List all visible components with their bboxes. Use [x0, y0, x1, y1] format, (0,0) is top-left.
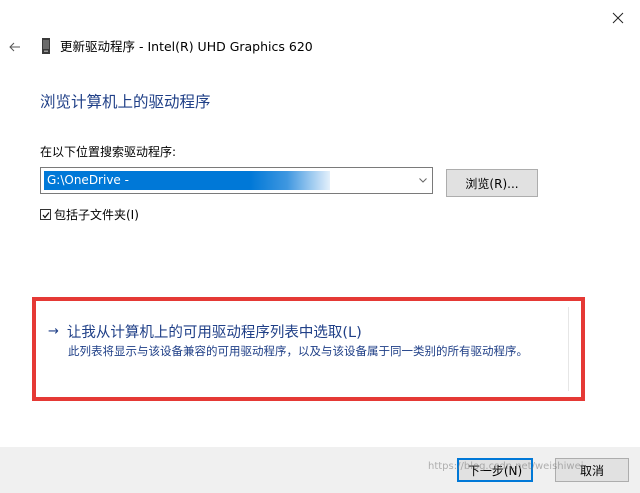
choose-from-list-option[interactable]: → 让我从计算机上的可用驱动程序列表中选取(L) 此列表将显示与该设备兼容的可用… — [32, 297, 585, 401]
include-subfolders-checkbox[interactable] — [40, 209, 51, 220]
include-subfolders-option[interactable]: 包括子文件夹(I) — [40, 206, 139, 223]
device-icon — [42, 37, 50, 54]
browse-button[interactable]: 浏览(R)... — [446, 169, 538, 197]
back-button[interactable] — [6, 38, 24, 56]
page-heading: 浏览计算机上的驱动程序 — [40, 93, 211, 111]
choose-from-list-description: 此列表将显示与该设备兼容的可用驱动程序，以及与该设备属于同一类别的所有驱动程序。 — [68, 344, 528, 358]
close-icon — [612, 12, 624, 24]
back-arrow-icon — [9, 42, 20, 52]
footer-bar: 下一步(N) 取消 — [0, 447, 640, 493]
right-arrow-icon: → — [48, 324, 59, 339]
dropdown-toggle[interactable] — [418, 175, 428, 185]
search-path-combobox[interactable]: G:\OneDrive - — [40, 167, 433, 194]
chevron-down-icon — [419, 177, 427, 183]
window-title-text: 更新驱动程序 - Intel(R) UHD Graphics 620 — [60, 39, 313, 54]
cancel-button[interactable]: 取消 — [555, 458, 629, 482]
search-location-label: 在以下位置搜索驱动程序: — [40, 145, 177, 159]
window-title: 更新驱动程序 - Intel(R) UHD Graphics 620 — [41, 36, 313, 55]
next-button[interactable]: 下一步(N) — [457, 458, 533, 482]
checkmark-icon — [42, 211, 49, 218]
search-path-value[interactable]: G:\OneDrive - — [44, 171, 330, 190]
include-subfolders-label: 包括子文件夹(I) — [54, 208, 139, 222]
choose-from-list-link[interactable]: → 让我从计算机上的可用驱动程序列表中选取(L) — [48, 321, 362, 342]
close-button[interactable] — [604, 4, 632, 32]
panel-divider — [568, 307, 569, 391]
choose-from-list-title: 让我从计算机上的可用驱动程序列表中选取(L) — [66, 325, 362, 341]
update-driver-window: 更新驱动程序 - Intel(R) UHD Graphics 620 浏览计算机… — [0, 0, 640, 493]
